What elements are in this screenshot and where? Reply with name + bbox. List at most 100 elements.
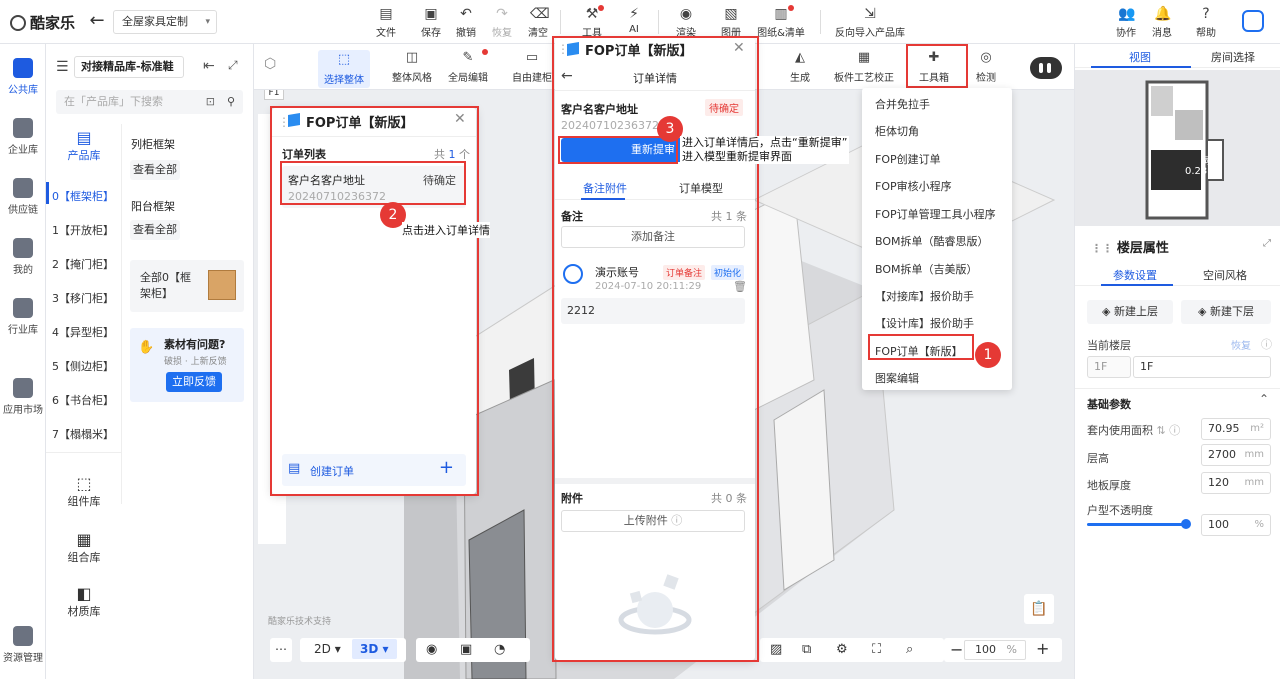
help-button[interactable]: ? 帮助 (1186, 6, 1226, 40)
save-button[interactable]: ▣ 保存 (411, 6, 451, 40)
global-edit-button[interactable]: ✎ 全局编辑 (444, 49, 492, 84)
clipboard-icon[interactable]: 📋 (1024, 594, 1054, 624)
image-icon[interactable]: ▨ (770, 642, 782, 657)
undo-button[interactable]: ↶ 撤销 (446, 6, 486, 40)
eye-icon[interactable]: ◉ (426, 642, 437, 657)
settings-frame-icon[interactable]: ⚙ (836, 642, 848, 657)
menu-item[interactable]: 柜体切角 (875, 123, 919, 139)
list-icon[interactable]: ☰ (56, 59, 69, 75)
brand-logo[interactable]: 酷家乐 (10, 12, 75, 33)
slider-handle[interactable] (1181, 519, 1191, 529)
reverse-import-button[interactable]: ⇲ 反向导入产品库 (834, 6, 906, 40)
rail-item-public-library[interactable]: 公共库 (0, 58, 46, 96)
cube-icon[interactable]: ⬡ (264, 56, 276, 72)
redo-button[interactable]: ↷ 恢复 (482, 6, 522, 40)
floor-indicator[interactable]: F1 (264, 90, 284, 100)
toggle-icon[interactable] (1030, 57, 1062, 79)
expand-icon[interactable]: ⤢ (1263, 238, 1271, 249)
inspect-button[interactable]: ◎ 检测 (970, 50, 1002, 84)
library-search-input[interactable]: 在「产品库」下搜索 ⊡ ⚲ (56, 90, 243, 114)
menu-item[interactable]: BOM拆单（吉美版） (875, 261, 978, 277)
project-name-select[interactable]: 全屋家具定制 ▾ (113, 10, 217, 34)
new-upper-floor-button[interactable]: ◈ 新建上层 (1087, 300, 1173, 324)
zoom-in-button[interactable]: + (1036, 639, 1049, 658)
floor-thickness-input[interactable]: 120 mm (1201, 472, 1271, 494)
category-item[interactable]: 4【异型柜】 (52, 324, 114, 340)
opacity-input[interactable]: 100% (1201, 514, 1271, 536)
more-icon[interactable]: ⋯ (270, 638, 292, 662)
menu-item[interactable]: 合并免拉手 (875, 96, 930, 112)
minimap[interactable]: 洞 0.23m² (1075, 70, 1280, 226)
category-item[interactable]: 1【开放柜】 (52, 222, 114, 238)
back-arrow-icon[interactable]: ← (82, 10, 112, 34)
feedback-button[interactable]: 立即反馈 (166, 372, 222, 392)
tab-space-style[interactable]: 空间风格 (1203, 267, 1247, 283)
clear-button[interactable]: ⌫ 清空 (518, 6, 558, 40)
file-button[interactable]: ▤ 文件 (366, 6, 406, 40)
tab-params[interactable]: 参数设置 (1113, 267, 1157, 283)
tab-room-select[interactable]: 房间选择 (1211, 49, 1255, 65)
category-item[interactable]: 2【掩门柜】 (52, 256, 114, 272)
material-library-button[interactable]: ◧ 材质库 (60, 584, 108, 619)
category-item[interactable]: 3【移门柜】 (52, 290, 114, 306)
view-all-button[interactable]: 查看全部 (130, 160, 180, 180)
shield-icon[interactable] (1242, 10, 1264, 32)
zoom-search-icon[interactable]: ⌕ (906, 642, 913, 657)
generate-button[interactable]: ◭ 生成 (784, 50, 816, 84)
view-3d-button[interactable]: 3D ▾ (352, 639, 397, 659)
select-whole-button[interactable]: ⬚ 选择整体 (318, 50, 370, 88)
height-input[interactable]: 2700 mm (1201, 444, 1271, 466)
view-2d-button[interactable]: 2D ▾ (314, 642, 341, 656)
camera-search-icon[interactable]: ⊡ (206, 90, 215, 114)
drawing-button[interactable]: ▥ 图纸&清单 (756, 5, 806, 40)
collapse-icon[interactable]: ⇤ (203, 58, 215, 74)
collab-button[interactable]: 👥 协作 (1106, 6, 1146, 40)
rail-item-mine[interactable]: 我的 (0, 238, 46, 276)
zoom-input[interactable]: 100 % (964, 640, 1026, 660)
opacity-slider[interactable] (1087, 523, 1187, 526)
overall-style-button[interactable]: ◫ 整体风格 (388, 50, 436, 84)
restore-link[interactable]: 恢复 (1231, 337, 1251, 352)
search-icon[interactable]: ⚲ (227, 90, 235, 114)
menu-item[interactable]: 图案编辑 (875, 370, 919, 386)
fit-icon[interactable]: ⛶ (872, 642, 881, 657)
rail-item-resource-management[interactable]: 资源管理 (0, 626, 46, 664)
combination-library-button[interactable]: ▦ 组合库 (60, 530, 108, 565)
area-input[interactable]: 70.95 m² (1201, 418, 1271, 440)
rail-item-enterprise-library[interactable]: 企业库 (0, 118, 46, 156)
library-selector[interactable]: 对接精品库-标准鞋 (74, 56, 184, 78)
ai-button[interactable]: ⚡ AI (614, 6, 654, 40)
category-item[interactable]: 5【侧边柜】 (52, 358, 114, 374)
menu-item[interactable]: BOM拆单（酷睿思版） (875, 233, 989, 249)
menu-item[interactable]: FOP创建订单 (875, 151, 941, 167)
component-library-button[interactable]: ⬚ 组件库 (60, 474, 108, 509)
tools-button[interactable]: ⚒ 工具 (572, 5, 612, 40)
drag-handle-icon[interactable]: ⋮⋮ (1091, 242, 1117, 255)
category-item[interactable]: 6【书台柜】 (52, 392, 114, 408)
all-items-card[interactable]: 全部0【框架柜】 (130, 260, 244, 312)
floor-name-input[interactable]: 1F (1133, 356, 1271, 378)
view-all-button[interactable]: 查看全部 (130, 220, 180, 240)
screenshot-icon[interactable]: ⧉ (802, 642, 811, 657)
messages-button[interactable]: 🔔 消息 (1142, 6, 1182, 40)
gauge-icon[interactable]: ◔ (494, 642, 505, 657)
tab-view[interactable]: 视图 (1129, 49, 1151, 65)
menu-item[interactable]: FOP审核小程序 (875, 178, 952, 194)
new-lower-floor-button[interactable]: ◈ 新建下层 (1181, 300, 1271, 324)
board-process-button[interactable]: ▦ 板件工艺校正 (834, 50, 894, 84)
album-button[interactable]: ▧ 图册 (711, 6, 751, 40)
category-item[interactable]: 0【框架柜】 (52, 188, 114, 204)
expand-icon[interactable]: ⤢ (228, 58, 238, 73)
menu-item[interactable]: FOP订单管理工具小程序 (875, 206, 996, 222)
chevron-up-icon[interactable]: ⌃ (1259, 392, 1269, 406)
rail-item-app-market[interactable]: 应用市场 (0, 378, 46, 416)
rail-item-supply-chain[interactable]: 供应链 (0, 178, 46, 216)
render-button[interactable]: ◉ 渲染 (666, 6, 706, 40)
product-library-tab[interactable]: ▤ 产品库 (66, 128, 102, 163)
category-item[interactable]: 7【榻榻米】 (52, 426, 114, 442)
rail-item-industry-library[interactable]: 行业库 (0, 298, 46, 336)
zoom-out-button[interactable]: − (950, 640, 963, 659)
cube-view-icon[interactable]: ▣ (460, 642, 472, 657)
menu-item[interactable]: 【对接库】报价助手 (875, 288, 974, 304)
menu-item[interactable]: 【设计库】报价助手 (875, 315, 974, 331)
